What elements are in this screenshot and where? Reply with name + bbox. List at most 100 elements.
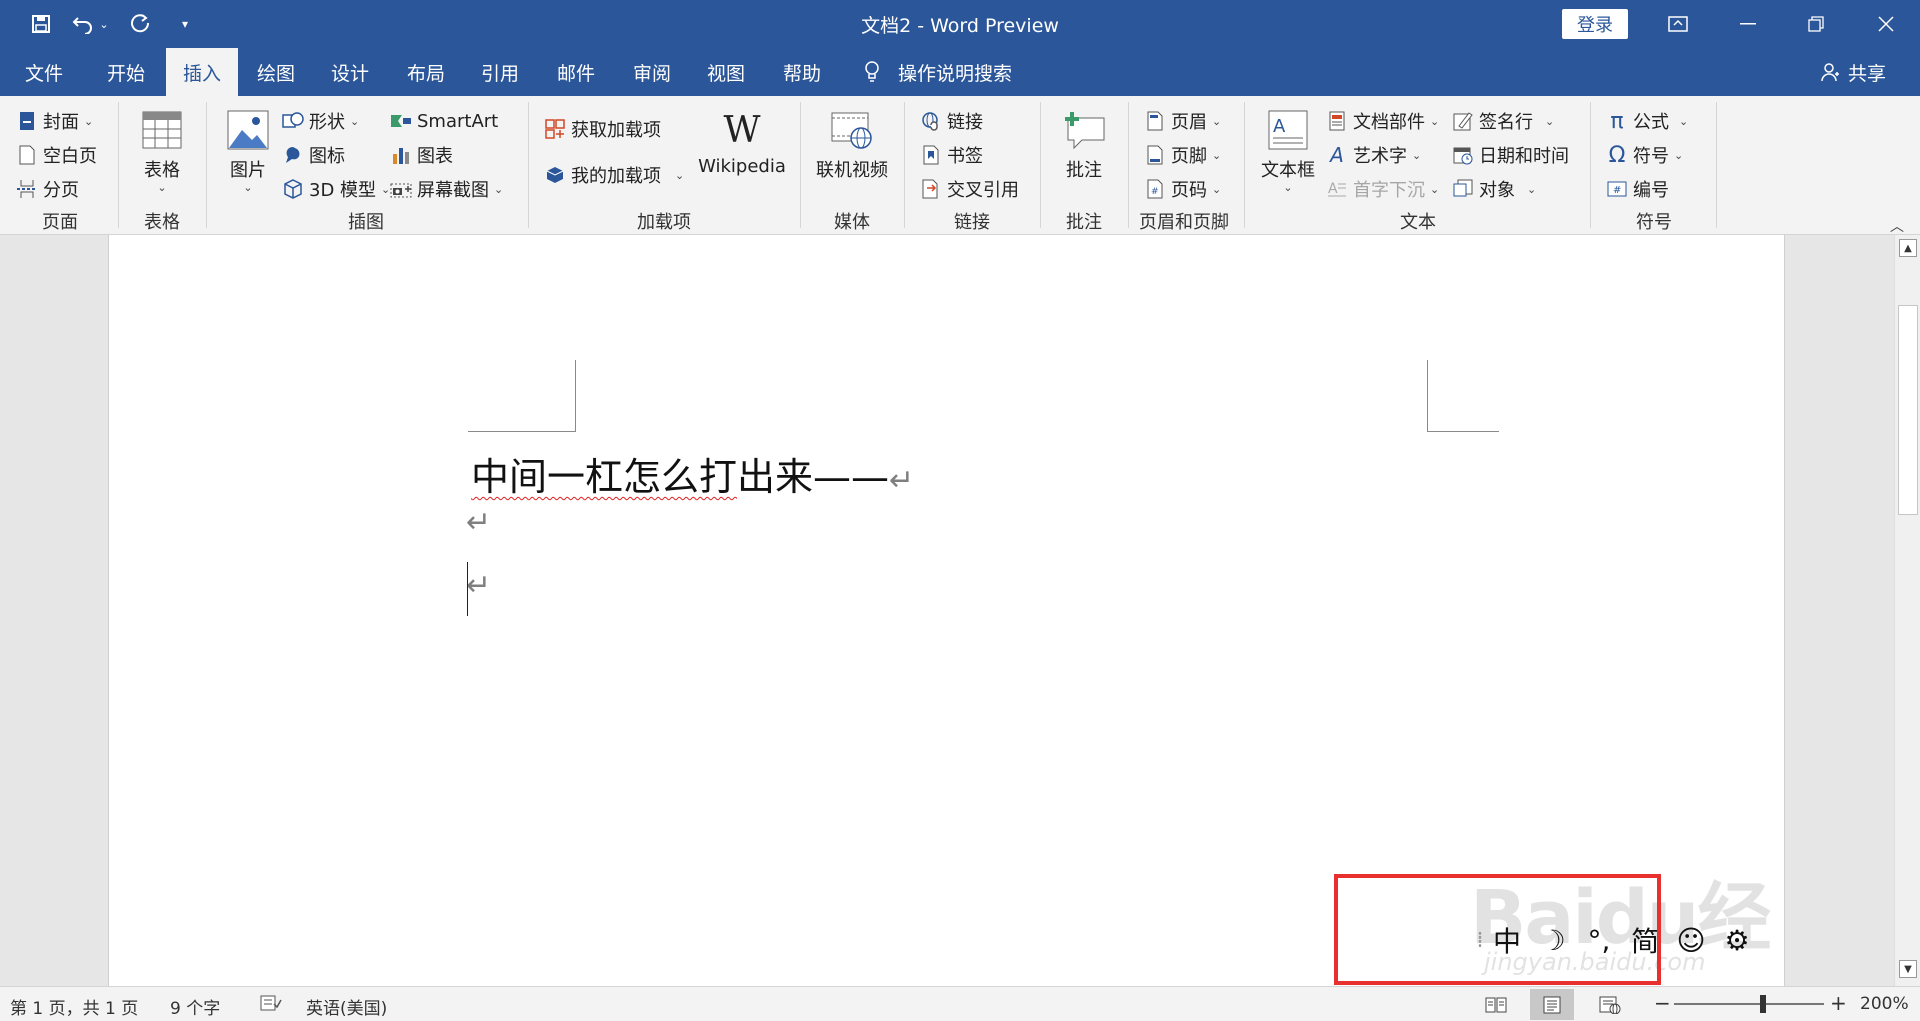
screenshot-button[interactable]: 屏幕截图 ⌄ bbox=[390, 174, 503, 204]
text-box-button[interactable]: A 文本框 ⌄ bbox=[1256, 108, 1320, 194]
zoom-slider-thumb[interactable] bbox=[1760, 995, 1766, 1013]
quick-parts-icon bbox=[1326, 110, 1348, 132]
tab-home[interactable]: 开始 bbox=[96, 48, 156, 96]
screenshot-label: 屏幕截图 bbox=[417, 180, 489, 201]
store-icon bbox=[544, 118, 566, 140]
date-time-button[interactable]: 日期和时间 bbox=[1452, 140, 1569, 170]
tab-design[interactable]: 设计 bbox=[320, 48, 380, 96]
wordart-button[interactable]: A 艺术字 ⌄ bbox=[1326, 140, 1421, 170]
smartart-icon bbox=[390, 110, 412, 132]
group-label-symbols: 符号 bbox=[1636, 212, 1672, 233]
3d-models-button[interactable]: 3D 模型 ⌄ bbox=[282, 174, 390, 204]
undo-icon[interactable] bbox=[66, 10, 100, 38]
share-button[interactable]: 共享 bbox=[1820, 48, 1886, 96]
vertical-scrollbar[interactable]: ▲ ▼ bbox=[1894, 235, 1920, 986]
new-comment-button[interactable]: 批注 bbox=[1052, 108, 1116, 182]
link-icon bbox=[920, 110, 942, 132]
read-mode-icon[interactable] bbox=[1474, 989, 1518, 1020]
proofing-icon[interactable] bbox=[260, 994, 282, 1017]
word-count[interactable]: 9 个字 bbox=[170, 994, 220, 1019]
language-indicator[interactable]: 英语(美国) bbox=[306, 994, 387, 1019]
tab-draw[interactable]: 绘图 bbox=[246, 48, 306, 96]
web-layout-icon[interactable] bbox=[1588, 989, 1632, 1020]
tab-help[interactable]: 帮助 bbox=[772, 48, 832, 96]
blank-page-button[interactable]: 空白页 bbox=[16, 140, 97, 170]
chart-label: 图表 bbox=[417, 146, 453, 167]
print-layout-icon[interactable] bbox=[1530, 989, 1574, 1020]
close-icon[interactable] bbox=[1858, 6, 1914, 42]
omega-icon: Ω bbox=[1608, 142, 1626, 168]
header-button[interactable]: 页眉 ⌄ bbox=[1144, 106, 1221, 136]
tell-me-label: 操作说明搜索 bbox=[898, 62, 1013, 85]
tab-references[interactable]: 引用 bbox=[470, 48, 530, 96]
document-line-1[interactable]: 中间一杠怎么打出来——↵ bbox=[471, 446, 914, 501]
camera-icon bbox=[390, 178, 412, 200]
symbol-label: 符号 bbox=[1633, 146, 1669, 167]
icons-button[interactable]: 图标 bbox=[282, 140, 345, 170]
page-count[interactable]: 第 1 页，共 1 页 bbox=[10, 994, 138, 1019]
ribbon-display-options-icon[interactable] bbox=[1650, 6, 1706, 42]
tab-mailings[interactable]: 邮件 bbox=[546, 48, 606, 96]
symbol-button[interactable]: Ω 符号 ⌄ bbox=[1606, 140, 1684, 170]
zoom-out-icon[interactable]: − bbox=[1654, 991, 1671, 1015]
zoom-level[interactable]: 200% bbox=[1860, 994, 1909, 1014]
login-button[interactable]: 登录 bbox=[1562, 9, 1628, 39]
svg-text:#: # bbox=[1613, 185, 1621, 196]
collapse-ribbon-icon[interactable]: ︿ bbox=[1890, 216, 1904, 236]
gear-icon[interactable]: ⚙ bbox=[1714, 924, 1760, 957]
quick-parts-button[interactable]: 文档部件 ⌄ bbox=[1326, 106, 1439, 136]
emoji-icon[interactable]: ☺ bbox=[1668, 924, 1714, 957]
svg-text:A: A bbox=[1273, 116, 1286, 137]
tell-me-search[interactable]: 操作说明搜索 bbox=[860, 48, 1012, 96]
customize-quick-access-icon[interactable]: ▾ bbox=[168, 10, 202, 38]
online-video-button[interactable]: 联机视频 bbox=[812, 108, 892, 182]
group-label-links: 链接 bbox=[954, 212, 990, 233]
page-number-label: 页码 bbox=[1171, 180, 1207, 201]
tab-review[interactable]: 审阅 bbox=[622, 48, 682, 96]
scroll-up-icon[interactable]: ▲ bbox=[1899, 239, 1917, 257]
cross-reference-icon bbox=[920, 178, 942, 200]
zoom-in-icon[interactable]: + bbox=[1830, 991, 1847, 1015]
shapes-button[interactable]: 形状 ⌄ bbox=[282, 106, 359, 136]
get-addins-button[interactable]: 获取加载项 bbox=[544, 114, 661, 144]
picture-button[interactable]: 图片 ⌄ bbox=[222, 108, 274, 194]
crop-mark-top-left bbox=[468, 360, 576, 432]
number-button[interactable]: # 编号 bbox=[1606, 174, 1669, 204]
blank-page-icon bbox=[16, 144, 38, 166]
smartart-button[interactable]: SmartArt bbox=[390, 106, 498, 136]
cross-reference-label: 交叉引用 bbox=[947, 180, 1019, 201]
tab-view[interactable]: 视图 bbox=[696, 48, 756, 96]
page-number-button[interactable]: # 页码 ⌄ bbox=[1144, 174, 1221, 204]
page-break-button[interactable]: 分页 bbox=[16, 174, 79, 204]
drop-cap-button[interactable]: A 首字下沉 ⌄ bbox=[1326, 174, 1439, 204]
number-icon: # bbox=[1606, 178, 1628, 200]
picture-label: 图片 bbox=[230, 160, 266, 181]
scroll-thumb[interactable] bbox=[1898, 305, 1918, 515]
get-addins-label: 获取加载项 bbox=[571, 120, 661, 141]
chart-button[interactable]: 图表 bbox=[390, 140, 453, 170]
footer-button[interactable]: 页脚 ⌄ bbox=[1144, 140, 1221, 170]
equation-button[interactable]: π 公式 ⌄ bbox=[1606, 106, 1688, 136]
cover-page-button[interactable]: 封面 ⌄ bbox=[16, 106, 93, 136]
bookmark-button[interactable]: 书签 bbox=[920, 140, 983, 170]
tab-file[interactable]: 文件 bbox=[14, 48, 74, 96]
zoom-slider[interactable] bbox=[1674, 1003, 1824, 1005]
scroll-down-icon[interactable]: ▼ bbox=[1899, 960, 1917, 978]
wikipedia-button[interactable]: W Wikipedia bbox=[694, 108, 790, 178]
status-bar: 第 1 页，共 1 页 9 个字 英语(美国) − + 200% bbox=[0, 986, 1920, 1021]
object-button[interactable]: 对象 ⌄ bbox=[1452, 174, 1536, 204]
restore-icon[interactable] bbox=[1788, 6, 1844, 42]
my-addins-button[interactable]: 我的加载项 ⌄ bbox=[544, 160, 684, 190]
save-icon[interactable] bbox=[24, 10, 58, 38]
table-button[interactable]: 表格 ⌄ bbox=[134, 108, 190, 194]
text-box-label: 文本框 bbox=[1261, 160, 1315, 181]
link-button[interactable]: 链接 bbox=[920, 106, 983, 136]
minimize-icon[interactable] bbox=[1720, 6, 1776, 42]
tab-insert[interactable]: 插入 bbox=[166, 48, 238, 96]
undo-dropdown-icon[interactable]: ⌄ bbox=[96, 10, 112, 38]
tab-layout[interactable]: 布局 bbox=[396, 48, 456, 96]
redo-icon[interactable] bbox=[124, 10, 158, 38]
cross-reference-button[interactable]: 交叉引用 bbox=[920, 174, 1019, 204]
header-icon bbox=[1144, 110, 1166, 132]
signature-line-button[interactable]: 签名行 ⌄ bbox=[1452, 106, 1554, 136]
